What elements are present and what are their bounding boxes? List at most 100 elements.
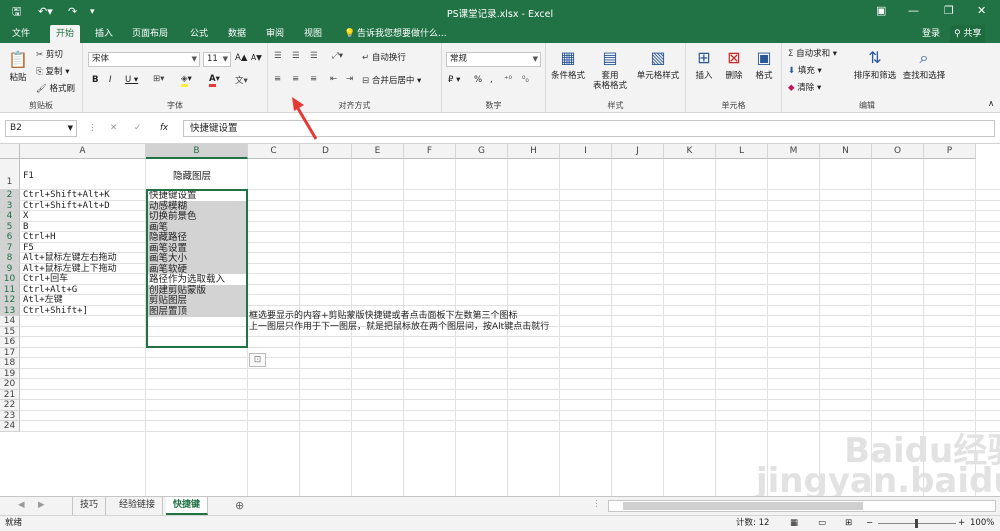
tab-review[interactable]: 审阅 xyxy=(260,25,290,43)
login-link[interactable]: 登录 xyxy=(922,25,940,43)
ribbon-display-icon[interactable]: ▣ xyxy=(876,4,886,17)
restore-icon[interactable]: ❐ xyxy=(944,4,954,17)
autosum-button[interactable]: Σ 自动求和 ▾ xyxy=(788,47,837,59)
align-right-button[interactable]: ≡ xyxy=(310,74,317,84)
cell-b2[interactable]: 快捷键设置 xyxy=(147,190,247,201)
sheet-tab-shortcuts[interactable]: 快捷键 xyxy=(166,497,209,515)
cell-a3[interactable]: Ctrl+Shift+Alt+D xyxy=(23,201,110,212)
row-header-3[interactable]: 3 xyxy=(0,200,20,211)
cell-a7[interactable]: F5 xyxy=(23,243,34,254)
zoom-slider-thumb[interactable] xyxy=(915,519,918,528)
find-select-button[interactable]: ⌕ 查找和选择 xyxy=(900,47,948,81)
page-break-view-icon[interactable]: ⊞ xyxy=(845,516,852,531)
zoom-in-icon[interactable]: + xyxy=(958,516,965,531)
cell-b8[interactable]: 画笔大小 xyxy=(147,253,247,264)
tab-view[interactable]: 视图 xyxy=(298,25,328,43)
format-cells-button[interactable]: ▣ 格式 xyxy=(750,47,778,81)
orientation-button[interactable]: ⤢▾ xyxy=(332,51,343,61)
row-header-20[interactable]: 20 xyxy=(0,379,20,390)
increase-decimal-button[interactable]: ⁺⁰ xyxy=(504,75,512,85)
wrap-text-button[interactable]: ↵ 自动换行 xyxy=(362,51,406,63)
merge-center-button[interactable]: ⊟ 合并后居中 ▾ xyxy=(362,74,421,86)
add-sheet-button[interactable]: ⊕ xyxy=(235,499,244,512)
name-box[interactable]: B2 ▼ xyxy=(5,120,77,137)
row-header-1[interactable]: 1 xyxy=(0,159,20,190)
next-sheet-icon[interactable]: ▶ xyxy=(38,500,45,510)
italic-button[interactable]: I xyxy=(109,75,112,85)
insert-cells-button[interactable]: ⊞ 插入 xyxy=(690,47,718,81)
cell-a11[interactable]: Ctrl+Alt+G xyxy=(23,285,77,296)
tell-me-box[interactable]: 告诉我您想要做什么... xyxy=(357,25,447,43)
bold-button[interactable]: B xyxy=(92,75,98,85)
column-header-l[interactable]: L xyxy=(716,144,768,159)
row-header-18[interactable]: 18 xyxy=(0,358,20,369)
horizontal-scrollbar[interactable] xyxy=(608,500,996,512)
cell-b10[interactable]: 路径作为选取载入 xyxy=(147,274,247,285)
tab-file[interactable]: 文件 xyxy=(6,25,36,43)
border-button[interactable]: ⊞▾ xyxy=(153,74,164,84)
column-header-b[interactable]: B xyxy=(146,144,248,159)
sort-filter-button[interactable]: ⇅ 排序和筛选 xyxy=(852,47,898,81)
zoom-out-icon[interactable]: − xyxy=(866,516,873,531)
cancel-icon[interactable]: ✕ xyxy=(110,123,117,133)
cell-b4[interactable]: 切换前景色 xyxy=(147,211,247,222)
row-header-16[interactable]: 16 xyxy=(0,337,20,348)
formula-input[interactable]: 快捷键设置 xyxy=(183,120,995,137)
shrink-font-button[interactable]: A▼ xyxy=(251,53,262,62)
tab-data[interactable]: 数据 xyxy=(222,25,252,43)
cell-b7[interactable]: 画笔设置 xyxy=(147,242,247,254)
column-header-e[interactable]: E xyxy=(352,144,404,159)
column-header-n[interactable]: N xyxy=(820,144,872,159)
cut-button[interactable]: ✂ 剪切 xyxy=(36,48,63,60)
column-header-o[interactable]: O xyxy=(872,144,924,159)
page-layout-view-icon[interactable]: ▭ xyxy=(818,516,826,531)
currency-button[interactable]: ₽ ▾ xyxy=(448,75,460,85)
column-header-j[interactable]: J xyxy=(612,144,664,159)
insert-function-button[interactable]: fx xyxy=(160,123,168,133)
collapse-ribbon-icon[interactable]: ∧ xyxy=(988,99,994,109)
cell-b9[interactable]: 画笔软硬 xyxy=(147,263,247,275)
percent-button[interactable]: % xyxy=(474,75,482,85)
row-header-12[interactable]: 12 xyxy=(0,295,20,306)
cell-b1[interactable]: 隐藏图层 xyxy=(173,171,211,182)
prev-sheet-icon[interactable]: ◀ xyxy=(18,500,25,510)
cell-a4[interactable]: X xyxy=(23,211,28,222)
row-header-19[interactable]: 19 xyxy=(0,368,20,379)
paste-button[interactable]: 📋 粘贴 xyxy=(3,49,33,83)
cell-a13[interactable]: Ctrl+Shift+] xyxy=(23,306,88,317)
format-painter-button[interactable]: 🖌 格式刷 xyxy=(36,82,75,94)
bottom-align-button[interactable]: ☰ xyxy=(310,51,318,61)
row-header-14[interactable]: 14 xyxy=(0,316,20,327)
row-header-10[interactable]: 10 xyxy=(0,274,20,285)
row-header-6[interactable]: 6 xyxy=(0,232,20,243)
cell-a10[interactable]: Ctrl+回车 xyxy=(23,274,68,285)
font-color-button[interactable]: A▾ xyxy=(209,74,220,87)
cell-b13[interactable]: 图层置顶 xyxy=(147,305,247,317)
comma-button[interactable]: , xyxy=(490,75,493,85)
cell-a6[interactable]: Ctrl+H xyxy=(23,232,56,243)
font-size-combo[interactable]: 11 ▼ xyxy=(203,52,231,67)
clear-button[interactable]: ◆ 清除 ▾ xyxy=(788,81,821,93)
row-header-4[interactable]: 4 xyxy=(0,211,20,222)
column-header-d[interactable]: D xyxy=(300,144,352,159)
row-header-2[interactable]: 2 xyxy=(0,190,20,201)
grow-font-button[interactable]: A▲ xyxy=(235,53,247,63)
cell-a5[interactable]: B xyxy=(23,222,28,233)
underline-button[interactable]: U ▾ xyxy=(125,75,138,85)
align-left-button[interactable]: ≡ xyxy=(274,74,281,84)
tab-formulas[interactable]: 公式 xyxy=(184,25,214,43)
fill-button[interactable]: ⬇ 填充 ▾ xyxy=(788,64,822,76)
select-all-corner[interactable] xyxy=(0,144,20,159)
column-header-f[interactable]: F xyxy=(404,144,456,159)
worksheet-grid[interactable]: ABCDEFGHIJKLMNOP 1 2 3 4 5 6 7 8 9 10 11 12 13 14 15 16… xyxy=(0,144,1000,496)
font-name-combo[interactable]: 宋体 ▼ xyxy=(88,52,200,67)
cell-c12[interactable]: 上一图层只作用于下一图层，就是把鼠标放在两个图层间，按Alt键点击就行 xyxy=(249,322,549,333)
row-header-13[interactable]: 13 xyxy=(0,305,20,316)
zoom-slider[interactable] xyxy=(878,519,956,528)
tab-page-layout[interactable]: 页面布局 xyxy=(126,25,174,43)
cell-styles-button[interactable]: ▧ 单元格样式 xyxy=(632,47,684,81)
zoom-level[interactable]: 100% xyxy=(970,516,994,531)
tab-home[interactable]: 开始 xyxy=(50,25,81,43)
row-header-7[interactable]: 7 xyxy=(0,242,20,253)
row-header-22[interactable]: 22 xyxy=(0,400,20,411)
